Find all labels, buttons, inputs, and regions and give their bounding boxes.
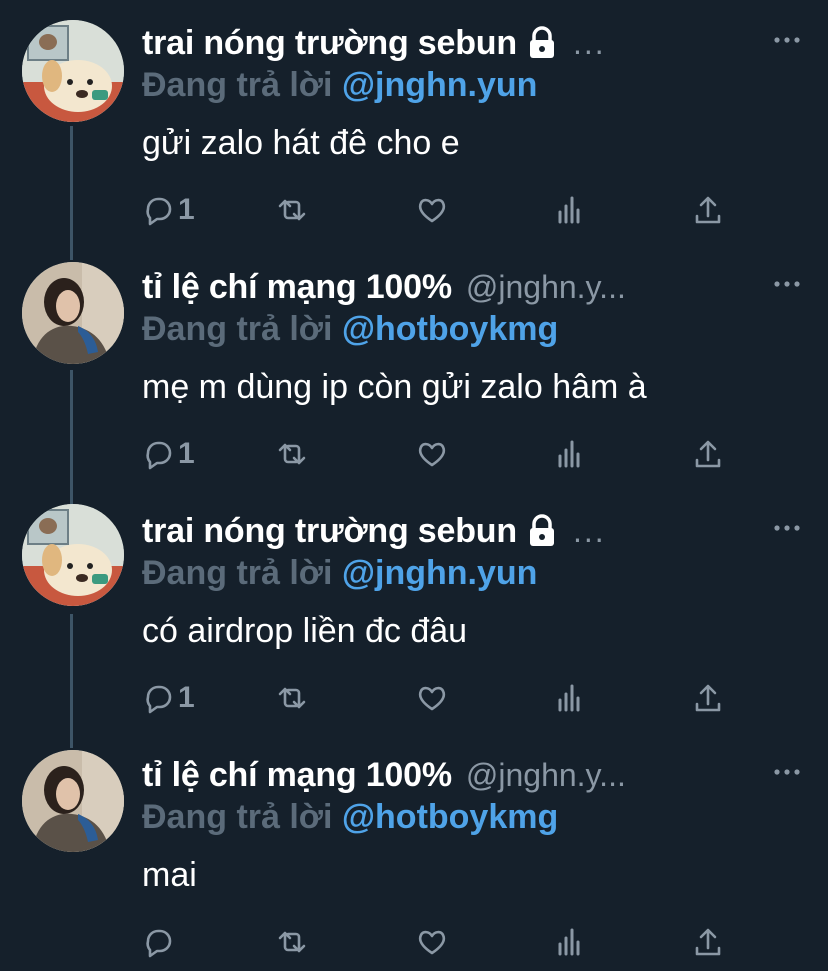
reply-button[interactable] (142, 922, 178, 962)
display-name[interactable]: tỉ lệ chí mạng 100% (142, 756, 452, 795)
replying-to-label: Đang trả lời (142, 310, 333, 348)
reply-button[interactable]: 1 (142, 190, 195, 230)
dog-cartoon-avatar-icon (22, 20, 124, 122)
replying-to-label: Đang trả lời (142, 798, 333, 836)
avatar[interactable] (22, 20, 124, 122)
analytics-icon (558, 440, 580, 468)
tweet[interactable]: trai nóng trường sebun ... Đang trả lời … (0, 488, 828, 732)
user-handle[interactable]: @jnghn.y... (466, 757, 626, 794)
mention-link[interactable]: @hotboykmg (342, 798, 558, 836)
reply-count: 1 (178, 437, 195, 470)
reply-count: 1 (178, 681, 195, 714)
avatar[interactable] (22, 262, 124, 364)
like-button[interactable] (416, 922, 448, 962)
analytics-button[interactable] (554, 678, 586, 718)
retweet-icon (278, 931, 306, 953)
more-options-icon[interactable] (772, 30, 802, 50)
tweet[interactable]: trai nóng trường sebun ... Đang trả lời … (0, 0, 828, 244)
reply-icon (146, 197, 172, 226)
avatar[interactable] (22, 504, 124, 606)
reply-button[interactable]: 1 (142, 434, 195, 474)
retweet-icon (278, 443, 306, 465)
tweet-text: mai (142, 856, 197, 894)
share-button[interactable] (692, 678, 724, 718)
tweet[interactable]: tỉ lệ chí mạng 100% @jnghn.y... Đang trả… (0, 244, 828, 488)
truncation-ellipsis: ... (572, 512, 606, 549)
conversation-thread: trai nóng trường sebun ... Đang trả lời … (0, 0, 828, 971)
tweet-actions: 1 (142, 678, 732, 718)
reply-count: 1 (178, 193, 195, 226)
tweet-actions (142, 922, 732, 962)
reply-icon (146, 441, 172, 470)
replying-to-label: Đang trả lời (142, 66, 333, 104)
replying-to-line: Đang trả lời @jnghn.yun (142, 66, 537, 105)
mention-link[interactable]: @hotboykmg (342, 310, 558, 348)
avatar[interactable] (22, 750, 124, 852)
truncation-ellipsis: ... (572, 24, 606, 61)
replying-to-line: Đang trả lời @hotboykmg (142, 798, 558, 837)
tweet-actions: 1 (142, 190, 732, 230)
share-icon (695, 684, 721, 712)
like-button[interactable] (416, 678, 448, 718)
person-photo-avatar-icon (22, 750, 124, 852)
mention-link[interactable]: @jnghn.yun (342, 66, 538, 104)
tweet-actions: 1 (142, 434, 732, 474)
tweet-header: tỉ lệ chí mạng 100% @jnghn.y... (142, 264, 762, 310)
heart-icon (418, 442, 446, 467)
share-button[interactable] (692, 922, 724, 962)
replying-to-line: Đang trả lời @jnghn.yun (142, 554, 537, 593)
heart-icon (418, 198, 446, 223)
analytics-icon (558, 196, 580, 224)
tweet-text: có airdrop liền đc đâu (142, 612, 468, 650)
tweet-header: tỉ lệ chí mạng 100% @jnghn.y... (142, 752, 762, 798)
display-name[interactable]: trai nóng trường sebun (142, 512, 517, 551)
more-options-icon[interactable] (772, 762, 802, 782)
tweet-text: gửi zalo hát đê cho e (142, 124, 460, 162)
reply-icon (146, 685, 172, 714)
retweet-icon (278, 687, 306, 709)
analytics-icon (558, 928, 580, 956)
tweet-header: trai nóng trường sebun ... (142, 508, 762, 554)
user-handle[interactable]: @jnghn.y... (466, 269, 626, 306)
like-button[interactable] (416, 434, 448, 474)
replying-to-label: Đang trả lời (142, 554, 333, 592)
like-button[interactable] (416, 190, 448, 230)
display-name[interactable]: trai nóng trường sebun (142, 24, 517, 63)
lock-icon (525, 26, 559, 60)
analytics-icon (558, 684, 580, 712)
person-photo-avatar-icon (22, 262, 124, 364)
replying-to-line: Đang trả lời @hotboykmg (142, 310, 558, 349)
reply-icon (146, 929, 172, 958)
tweet-header: trai nóng trường sebun ... (142, 20, 762, 66)
retweet-button[interactable] (276, 434, 308, 474)
heart-icon (418, 686, 446, 711)
share-icon (695, 440, 721, 468)
retweet-button[interactable] (276, 190, 308, 230)
retweet-button[interactable] (276, 922, 308, 962)
tweet[interactable]: tỉ lệ chí mạng 100% @jnghn.y... Đang trả… (0, 732, 828, 971)
heart-icon (418, 930, 446, 955)
more-options-icon[interactable] (772, 274, 802, 294)
share-button[interactable] (692, 434, 724, 474)
dog-cartoon-avatar-icon (22, 504, 124, 606)
share-icon (695, 928, 721, 956)
retweet-icon (278, 199, 306, 221)
analytics-button[interactable] (554, 190, 586, 230)
display-name[interactable]: tỉ lệ chí mạng 100% (142, 268, 452, 307)
tweet-text: mẹ m dùng ip còn gửi zalo hâm à (142, 368, 647, 406)
analytics-button[interactable] (554, 434, 586, 474)
analytics-button[interactable] (554, 922, 586, 962)
mention-link[interactable]: @jnghn.yun (342, 554, 538, 592)
reply-button[interactable]: 1 (142, 678, 195, 718)
share-icon (695, 196, 721, 224)
more-options-icon[interactable] (772, 518, 802, 538)
share-button[interactable] (692, 190, 724, 230)
lock-icon (525, 514, 559, 548)
retweet-button[interactable] (276, 678, 308, 718)
